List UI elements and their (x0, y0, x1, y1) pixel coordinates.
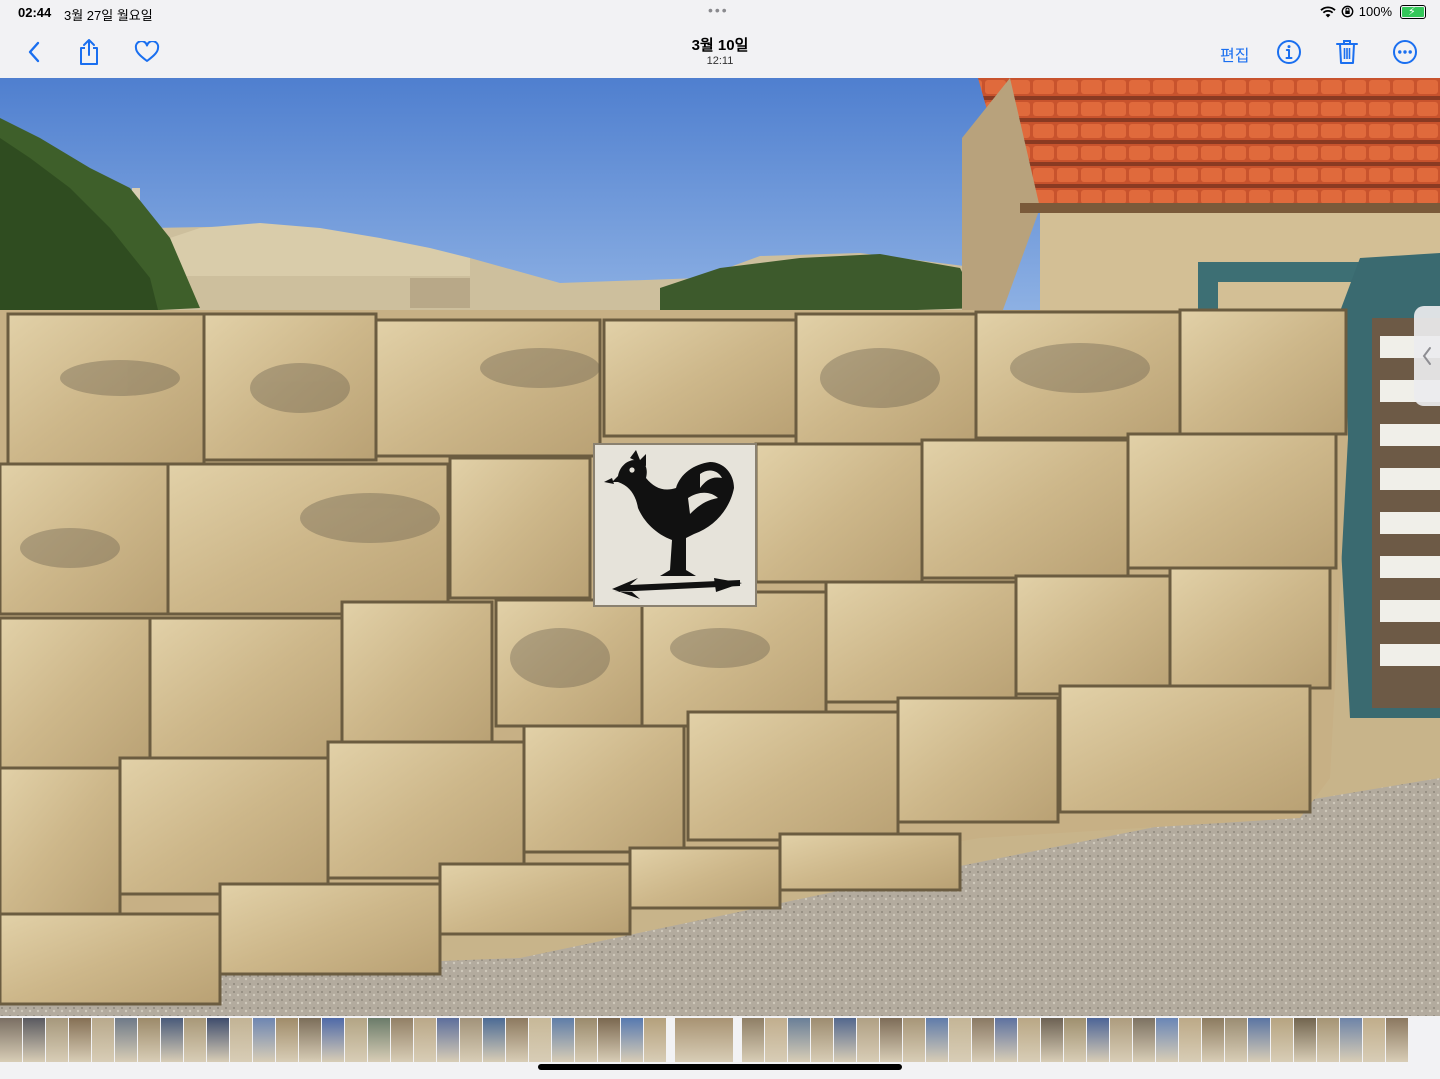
thumbnail[interactable] (788, 1018, 810, 1062)
thumbnail[interactable] (552, 1018, 574, 1062)
photo-viewer[interactable] (0, 78, 1440, 1016)
thumbnail[interactable] (23, 1018, 45, 1062)
thumbnail[interactable] (972, 1018, 994, 1062)
thumbnail[interactable] (460, 1018, 482, 1062)
photo-toolbar: 3월 10일 12:11 편집 (0, 26, 1440, 78)
home-indicator[interactable] (538, 1064, 902, 1070)
thumbnail-current[interactable] (675, 1018, 733, 1062)
thumbnail[interactable] (644, 1018, 666, 1062)
thumbnail[interactable] (253, 1018, 275, 1062)
thumbnail[interactable] (765, 1018, 787, 1062)
thumbnail-list (0, 1018, 1408, 1062)
wifi-icon (1320, 5, 1336, 17)
thumbnail[interactable] (69, 1018, 91, 1062)
thumbnail[interactable] (926, 1018, 948, 1062)
thumbnail[interactable] (207, 1018, 229, 1062)
status-date: 3월 27일 월요일 (64, 8, 153, 23)
thumbnail[interactable] (161, 1018, 183, 1062)
thumbnail[interactable] (1340, 1018, 1362, 1062)
thumbnail[interactable] (903, 1018, 925, 1062)
thumbnail[interactable] (506, 1018, 528, 1062)
status-right: 100% ⚡ (1320, 4, 1426, 19)
thumbnail[interactable] (184, 1018, 206, 1062)
thumbnail[interactable] (1386, 1018, 1408, 1062)
thumbnail-strip[interactable] (0, 1016, 1440, 1079)
thumbnail[interactable] (115, 1018, 137, 1062)
status-time: 02:44 (18, 5, 52, 20)
thumbnail[interactable] (834, 1018, 856, 1062)
thumbnail[interactable] (437, 1018, 459, 1062)
thumbnail[interactable] (391, 1018, 413, 1062)
orientation-lock-icon (1341, 5, 1354, 18)
thumbnail[interactable] (1110, 1018, 1132, 1062)
thumbnail[interactable] (1179, 1018, 1201, 1062)
thumbnail[interactable] (92, 1018, 114, 1062)
thumbnail[interactable] (1202, 1018, 1224, 1062)
thumbnail[interactable] (621, 1018, 643, 1062)
thumbnail[interactable] (1248, 1018, 1270, 1062)
multitasking-dots-icon[interactable]: ••• (708, 3, 729, 17)
thumbnail[interactable] (575, 1018, 597, 1062)
thumbnail[interactable] (1225, 1018, 1247, 1062)
thumbnail[interactable] (0, 1018, 22, 1062)
thumbnail[interactable] (483, 1018, 505, 1062)
delete-button[interactable] (1331, 36, 1363, 68)
thumbnail[interactable] (230, 1018, 252, 1062)
thumbnail[interactable] (138, 1018, 160, 1062)
thumbnail[interactable] (1363, 1018, 1385, 1062)
more-ellipsis-icon (1393, 40, 1417, 64)
thumbnail[interactable] (1156, 1018, 1178, 1062)
status-bar: 02:44 3월 27일 월요일 ••• 100% ⚡ (0, 0, 1440, 26)
photo-image (0, 78, 1440, 1016)
thumbnail[interactable] (299, 1018, 321, 1062)
thumbnail[interactable] (1133, 1018, 1155, 1062)
edit-button[interactable]: 편집 (1220, 42, 1249, 66)
thumbnail[interactable] (1317, 1018, 1339, 1062)
info-button[interactable] (1273, 36, 1305, 68)
thumbnail[interactable] (811, 1018, 833, 1062)
thumbnail[interactable] (1018, 1018, 1040, 1062)
thumbnail[interactable] (1271, 1018, 1293, 1062)
trash-icon (1336, 40, 1358, 64)
thumbnail[interactable] (276, 1018, 298, 1062)
thumbnail[interactable] (1294, 1018, 1316, 1062)
more-button[interactable] (1389, 36, 1421, 68)
side-panel-handle[interactable] (1414, 306, 1440, 406)
thumbnail[interactable] (46, 1018, 68, 1062)
thumbnail[interactable] (1041, 1018, 1063, 1062)
thumbnail[interactable] (598, 1018, 620, 1062)
thumbnail[interactable] (949, 1018, 971, 1062)
thumbnail[interactable] (995, 1018, 1017, 1062)
battery-percentage: 100% (1358, 4, 1392, 19)
thumbnail[interactable] (880, 1018, 902, 1062)
thumbnail[interactable] (529, 1018, 551, 1062)
thumbnail[interactable] (345, 1018, 367, 1062)
thumbnail[interactable] (857, 1018, 879, 1062)
thumbnail[interactable] (368, 1018, 390, 1062)
thumbnail[interactable] (414, 1018, 436, 1062)
thumbnail[interactable] (1064, 1018, 1086, 1062)
thumbnail[interactable] (322, 1018, 344, 1062)
battery-charging-icon: ⚡ (1400, 4, 1426, 19)
info-icon (1277, 40, 1301, 64)
thumbnail[interactable] (1087, 1018, 1109, 1062)
chevron-left-icon (1422, 347, 1431, 365)
thumbnail[interactable] (742, 1018, 764, 1062)
